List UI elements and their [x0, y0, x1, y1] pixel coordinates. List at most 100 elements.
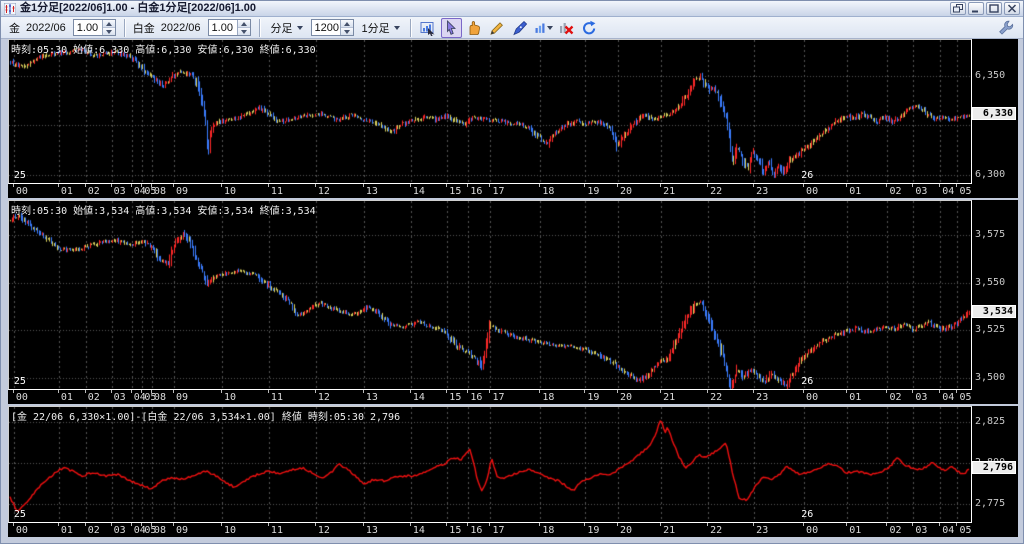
hour-tick-label: 21: [663, 525, 676, 536]
hour-tick-label: 01: [849, 392, 862, 403]
price-tick-label: 3,500: [975, 371, 1006, 383]
hour-tick: [151, 523, 152, 526]
hour-tick: [617, 390, 618, 393]
hour-tick-label: 19: [587, 392, 600, 403]
hour-tick-label: 00: [15, 186, 28, 197]
hour-tick: [584, 390, 585, 393]
price-tick-label: 3,575: [975, 229, 1006, 241]
hour-tick: [956, 184, 957, 187]
titlebar[interactable]: 金1分足[2022/06]1.00 - 白金1分足[2022/06]1.00: [1, 1, 1023, 17]
hour-tick: [489, 390, 490, 393]
hour-tick: [753, 184, 754, 187]
bar-count-spinner[interactable]: [339, 20, 353, 35]
platinum-multiplier-spinner[interactable]: [236, 20, 250, 35]
bar-count-input[interactable]: 1200: [310, 19, 354, 36]
hour-tick: [173, 184, 174, 187]
hour-tick-label: 04: [942, 525, 955, 536]
hour-tick: [85, 390, 86, 393]
hour-tick: [467, 523, 468, 526]
hour-tick-label: 20: [620, 392, 633, 403]
hour-tick: [131, 390, 132, 393]
hour-tick: [58, 184, 59, 187]
maximize-button[interactable]: [986, 2, 1002, 15]
hour-tick: [446, 523, 447, 526]
hour-tick-label: 15: [449, 186, 462, 197]
hour-tick: [886, 184, 887, 187]
hour-tick: [363, 390, 364, 393]
refresh-button[interactable]: [579, 18, 600, 38]
bar-interval-select[interactable]: 1分足: [359, 19, 403, 37]
hour-tick-label: 03: [915, 392, 928, 403]
hour-tick: [803, 184, 804, 187]
gold-symbol-label: 金: [9, 22, 20, 35]
chart-area: 時刻:05:30 始値:6,330 高値:6,330 安値:6,330 終値:6…: [8, 39, 1018, 537]
hour-tick: [221, 390, 222, 393]
hour-tick: [13, 523, 14, 526]
chart-cursor-tool-button[interactable]: [418, 18, 439, 38]
hour-tick-label: 11: [270, 392, 283, 403]
hand-tool-button[interactable]: [464, 18, 485, 38]
hour-tick: [707, 184, 708, 187]
platinum-multiplier-input[interactable]: 1.00: [207, 19, 251, 36]
hour-tick: [539, 390, 540, 393]
hour-tick: [173, 390, 174, 393]
pencil-tool-button[interactable]: [487, 18, 508, 38]
hour-tick-label: 02: [889, 525, 902, 536]
hour-tick-label: 13: [365, 525, 378, 536]
hour-tick: [268, 184, 269, 187]
hour-tick: [410, 390, 411, 393]
settings-wrench-icon[interactable]: [995, 18, 1016, 38]
hour-tick-label: 18: [542, 525, 555, 536]
hour-tick-label: 08: [153, 525, 166, 536]
hour-tick-label: 17: [492, 186, 505, 197]
hour-tick: [584, 184, 585, 187]
spread-line-canvas[interactable]: [9, 407, 971, 522]
hour-tick-label: 21: [663, 392, 676, 403]
select-tool-button[interactable]: [440, 17, 462, 38]
gold-plot[interactable]: 時刻:05:30 始値:6,330 高値:6,330 安値:6,330 終値:6…: [8, 39, 972, 184]
hour-tick-label: 00: [15, 525, 28, 536]
gold-chart-panel: 時刻:05:30 始値:6,330 高値:6,330 安値:6,330 終値:6…: [8, 39, 1018, 198]
hour-tick: [886, 523, 887, 526]
float-window-button[interactable]: [950, 2, 966, 15]
price-tick-label: 3,550: [975, 276, 1006, 288]
hour-tick: [13, 184, 14, 187]
pen-tool-button[interactable]: [510, 18, 531, 38]
hour-tick: [268, 390, 269, 393]
spread-chart-panel: [金 22/06 6,330×1.00]-[白金 22/06 3,534×1.0…: [8, 406, 1018, 537]
hour-tick: [85, 523, 86, 526]
minimize-button[interactable]: [968, 2, 984, 15]
hour-tick-label: 01: [60, 186, 73, 197]
hour-tick-label: 09: [175, 525, 189, 536]
spread-time-axis: 00 01 02 03 04 05 08 09 10 11 12 13 14 15 16 17 18 19 20 21…: [8, 523, 972, 537]
hour-tick-label: 08: [153, 392, 166, 403]
gold-multiplier-spinner[interactable]: [101, 20, 115, 35]
chart-type-button[interactable]: [533, 18, 554, 38]
toolbar-separator: [409, 18, 412, 37]
hour-tick-label: 04: [942, 392, 955, 403]
bar-type-select[interactable]: 分足: [268, 19, 306, 37]
delete-chart-button[interactable]: [556, 18, 577, 38]
hour-tick: [539, 523, 540, 526]
hour-tick-label: 23: [756, 392, 769, 403]
platinum-plot[interactable]: 時刻:05:30 始値:3,534 高値:3,534 安値:3,534 終値:3…: [8, 200, 972, 390]
spread-price-axis: 2,8252,8002,7752,796: [972, 406, 1018, 537]
spread-plot[interactable]: [金 22/06 6,330×1.00]-[白金 22/06 3,534×1.0…: [8, 406, 972, 523]
price-tick-label: 2,775: [975, 497, 1006, 509]
hour-tick: [584, 523, 585, 526]
hour-tick: [111, 390, 112, 393]
hour-tick: [846, 390, 847, 393]
gold-candles-canvas[interactable]: [9, 40, 971, 183]
platinum-symbol-label: 白金: [132, 22, 155, 35]
chevron-down-icon: [546, 25, 553, 30]
close-button[interactable]: [1004, 2, 1020, 15]
hour-tick: [939, 523, 940, 526]
hour-tick: [707, 523, 708, 526]
hour-tick-label: 15: [449, 392, 462, 403]
platinum-candles-canvas[interactable]: [9, 201, 971, 389]
hour-tick: [939, 390, 940, 393]
gold-multiplier-input[interactable]: 1.00: [72, 19, 116, 36]
hour-tick-label: 14: [412, 392, 425, 403]
hour-tick-label: 16: [470, 392, 483, 403]
hour-tick-label: 05: [959, 525, 972, 536]
